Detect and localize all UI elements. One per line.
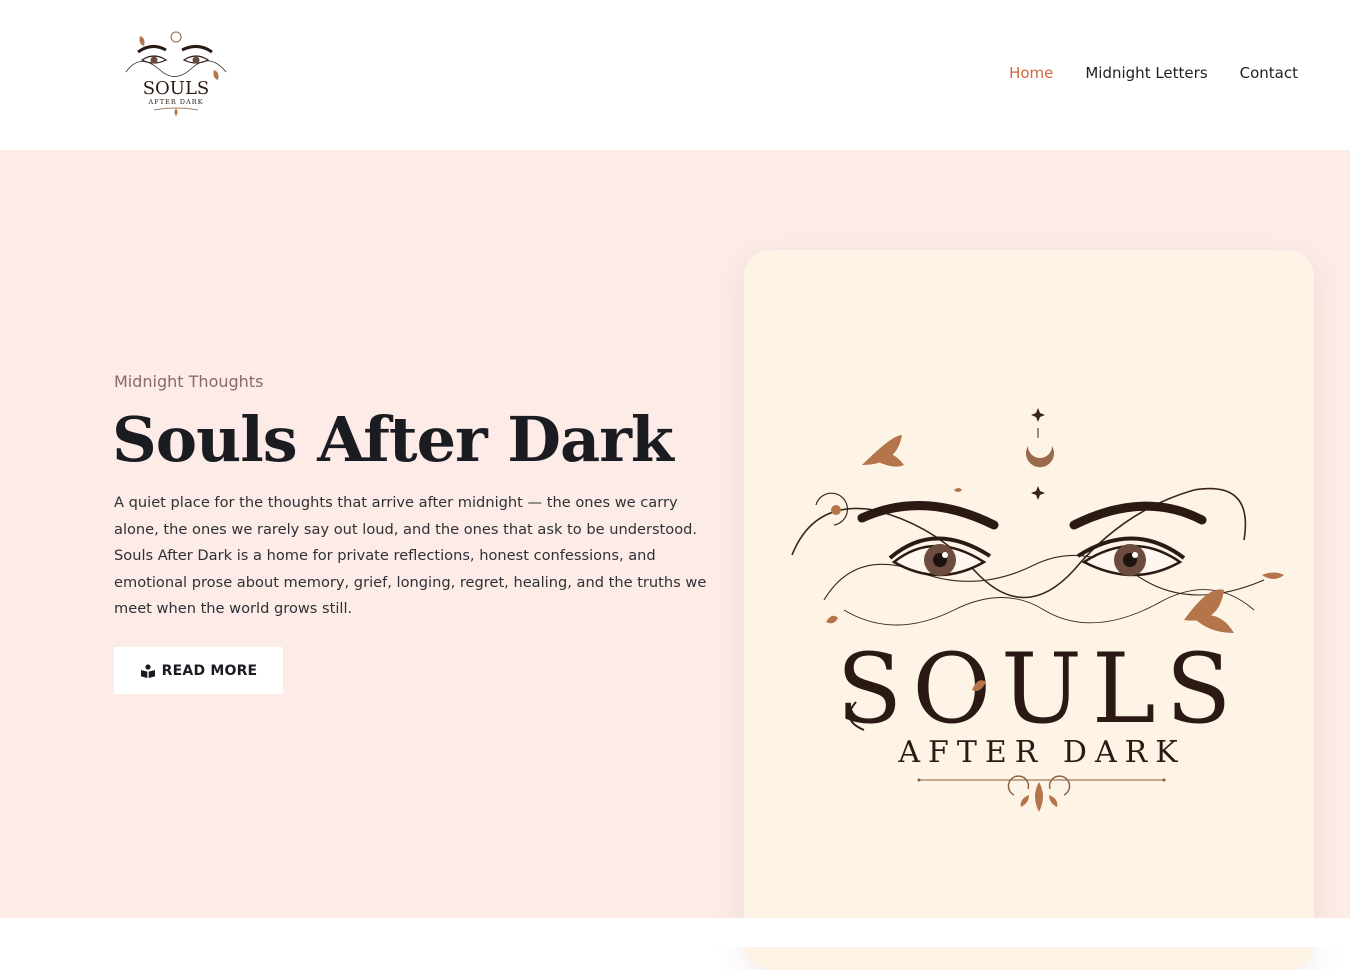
site-logo[interactable]: SOULS AFTER DARK [120,22,232,122]
hero-artwork-card: SOULS AFTER DARK [744,250,1314,970]
read-more-label: READ MORE [161,662,258,679]
hero-eyebrow: Midnight Thoughts [114,372,264,391]
artwork-title: SOULS [837,633,1242,745]
nav-midnight-letters[interactable]: Midnight Letters [1085,62,1207,84]
hero-title: Souls After Dark [112,403,674,476]
hero-description: A quiet place for the thoughts that arri… [114,494,707,617]
logo-emblem-icon: SOULS AFTER DARK [125,31,227,116]
artwork-subtitle: AFTER DARK [897,735,1185,770]
nav-contact[interactable]: Contact [1240,62,1298,84]
read-more-button[interactable]: READ MORE [114,647,283,694]
souls-after-dark-artwork: SOULS AFTER DARK [791,408,1284,812]
nav-home[interactable]: Home [1009,62,1053,84]
logo-text: SOULS [143,78,210,99]
main-nav: Home Midnight Letters Contact [1009,62,1298,84]
next-section-start [0,918,1350,947]
logo-subtext: AFTER DARK [148,98,204,106]
reader-book-icon [140,663,155,678]
site-header: SOULS AFTER DARK Home Midnight Letters C… [0,0,1350,150]
